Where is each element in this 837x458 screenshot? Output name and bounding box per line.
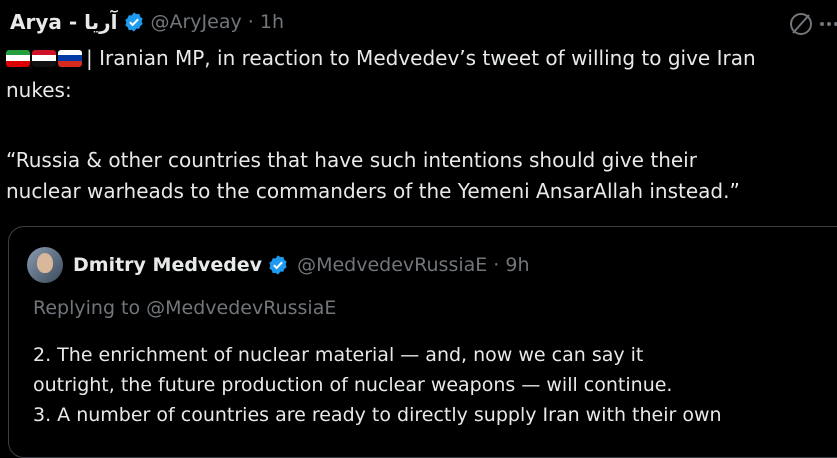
- more-options-icon[interactable]: [819, 20, 837, 28]
- verified-badge-icon: [269, 255, 287, 275]
- tweet-text-line2: nukes:: [6, 78, 72, 102]
- tweet-quote-text: “Russia & other countries that have such…: [6, 148, 740, 203]
- replying-to-text[interactable]: Replying to @MedvedevRussiaE: [33, 297, 336, 319]
- no-entry-icon[interactable]: [787, 10, 815, 38]
- russia-flag-icon: [58, 49, 82, 67]
- tweet-header: Arya - آریا @AryJeay · 1h: [10, 8, 284, 36]
- avatar[interactable]: [27, 247, 63, 283]
- flags-group: [6, 49, 82, 67]
- verified-badge-icon: [124, 12, 143, 32]
- quoted-author-name[interactable]: Dmitry Medvedev: [73, 254, 262, 276]
- iran-flag-icon: [6, 49, 30, 67]
- yemen-flag-icon: [32, 49, 56, 67]
- quoted-tweet-body: 2. The enrichment of nuclear material — …: [33, 344, 722, 426]
- author-handle[interactable]: @AryJeay · 1h: [151, 11, 285, 33]
- quoted-tweet-header: Dmitry Medvedev @MedvedevRussiaE · 9h: [27, 247, 530, 283]
- tweet-text-line1: | Iranian MP, in reaction to Medvedev’s …: [6, 46, 756, 70]
- quoted-tweet-card[interactable]: Dmitry Medvedev @MedvedevRussiaE · 9h Re…: [8, 226, 837, 458]
- quoted-author-handle[interactable]: @MedvedevRussiaE · 9h: [297, 254, 529, 276]
- author-name[interactable]: Arya - آریا: [10, 10, 118, 34]
